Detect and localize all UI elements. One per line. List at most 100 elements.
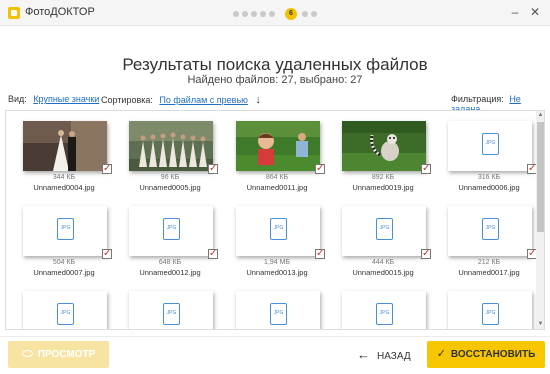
step-dot [302, 11, 308, 17]
file-checkbox[interactable]: ✓ [208, 164, 218, 174]
file-size: 892 КБ [371, 174, 395, 181]
minimize-button[interactable]: – [507, 4, 523, 20]
file-checkbox[interactable]: ✓ [315, 164, 325, 174]
step-dot [242, 11, 248, 17]
restore-label: ВОССТАНОВИТЬ [450, 349, 536, 360]
file-size: 344 КБ [52, 174, 76, 181]
file-thumbnail[interactable] [448, 291, 532, 329]
photo-preview [342, 121, 426, 171]
footer-bar: ПРОСМОТР ← НАЗАД ✓ ВОССТАНОВИТЬ [0, 336, 550, 374]
file-thumbnail[interactable] [236, 291, 320, 329]
file-size: 212 КБ [477, 259, 501, 266]
file-tile[interactable]: ✓ 648 КБ Unnamed0012.jpg [117, 196, 223, 286]
file-name: Unnamed0013.jpg [246, 268, 308, 277]
scroll-up-icon[interactable]: ▲ [536, 111, 544, 120]
file-tile[interactable]: ✓ 344 КБ Unnamed0004.jpg [11, 111, 117, 201]
step-dot [260, 11, 266, 17]
file-thumbnail[interactable] [448, 206, 532, 256]
file-name: Unnamed0011.jpg [246, 183, 308, 192]
back-label: НАЗАД [377, 351, 411, 362]
scroll-down-icon[interactable]: ▼ [536, 320, 544, 329]
file-size: 864 КБ [265, 174, 289, 181]
sort-label: Сортировка: [101, 95, 153, 105]
jpg-file-icon [482, 303, 499, 325]
file-grid: ✓ 344 КБ Unnamed0004.jpg ✓ 96 КБ Unnamed0005.… [6, 111, 537, 329]
close-button[interactable]: ✕ [527, 4, 543, 20]
file-name: Unnamed0007.jpg [33, 268, 95, 277]
scrollbar[interactable]: ▲ ▼ [536, 111, 544, 329]
filter-label: Фильтрация: [451, 94, 504, 104]
photo-preview [23, 121, 107, 171]
file-checkbox[interactable]: ✓ [421, 249, 431, 259]
jpg-file-icon [270, 218, 287, 240]
file-tile[interactable]: ✓212 КБUnnamed0017.jpg [436, 196, 542, 286]
file-thumbnail[interactable] [448, 121, 532, 171]
jpg-file-icon [163, 218, 180, 240]
back-button[interactable]: ← НАЗАД [357, 341, 417, 368]
file-tile[interactable] [330, 281, 436, 329]
view-mode-link[interactable]: Крупные значки [33, 94, 99, 104]
file-tile[interactable]: ✓ 892 КБ Unnamed0019.jpg [330, 111, 436, 201]
file-name: Unnamed0019.jpg [352, 183, 414, 192]
jpg-file-icon [57, 303, 74, 325]
file-tile[interactable]: ✓ 864 КБ Unnamed0011.jpg [224, 111, 330, 201]
sort-mode-link[interactable]: По файлам с превью [159, 95, 247, 105]
app-title: ФотоДОКТОР [25, 6, 95, 18]
file-tile[interactable] [11, 281, 117, 329]
jpg-file-icon [270, 303, 287, 325]
scroll-thumb[interactable] [537, 122, 544, 232]
photo-preview [236, 121, 320, 171]
file-checkbox[interactable]: ✓ [102, 249, 112, 259]
file-thumbnail[interactable] [236, 206, 320, 256]
file-thumbnail[interactable] [23, 291, 107, 329]
file-thumbnail[interactable] [342, 291, 426, 329]
jpg-file-icon [376, 303, 393, 325]
jpg-file-icon [163, 303, 180, 325]
file-thumbnail[interactable] [129, 291, 213, 329]
photo-preview [129, 121, 213, 171]
file-size: 96 КБ [160, 174, 180, 181]
file-size: 1,94 МБ [264, 259, 290, 266]
file-name: Unnamed0017.jpg [458, 268, 520, 277]
restore-button[interactable]: ✓ ВОССТАНОВИТЬ [427, 341, 545, 368]
file-checkbox[interactable]: ✓ [208, 249, 218, 259]
file-thumbnail[interactable] [129, 206, 213, 256]
file-checkbox[interactable]: ✓ [421, 164, 431, 174]
file-name: Unnamed0006.jpg [458, 183, 520, 192]
preview-button[interactable]: ПРОСМОТР [8, 341, 109, 368]
jpg-file-icon [482, 133, 499, 155]
file-thumbnail[interactable] [23, 121, 107, 171]
page-title: Результаты поиска удаленных файлов [122, 55, 428, 74]
file-name: Unnamed0005.jpg [139, 183, 201, 192]
file-tile[interactable] [224, 281, 330, 329]
step-dot [233, 11, 239, 17]
jpg-file-icon [482, 218, 499, 240]
file-thumbnail[interactable] [236, 121, 320, 171]
sort-direction-icon[interactable]: ↓ [255, 94, 261, 106]
file-checkbox[interactable]: ✓ [102, 164, 112, 174]
jpg-file-icon [57, 218, 74, 240]
file-thumbnail[interactable] [129, 121, 213, 171]
file-tile[interactable]: ✓316 КБUnnamed0006.jpg [436, 111, 542, 201]
arrow-left-icon: ← [357, 347, 370, 362]
file-name: Unnamed0012.jpg [139, 268, 201, 277]
file-checkbox[interactable]: ✓ [315, 249, 325, 259]
file-tile[interactable] [117, 281, 223, 329]
file-size: 444 КБ [371, 259, 395, 266]
results-panel: ✓ 344 КБ Unnamed0004.jpg ✓ 96 КБ Unnamed0005.… [5, 110, 545, 330]
file-tile[interactable] [436, 281, 542, 329]
file-name: Unnamed0015.jpg [352, 268, 414, 277]
view-option: Вид: Крупные значки [8, 94, 99, 104]
step-current: 6 [285, 8, 297, 20]
file-tile[interactable]: ✓ 96 КБ Unnamed0005.jpg [117, 111, 223, 201]
file-thumbnail[interactable] [342, 206, 426, 256]
file-thumbnail[interactable] [342, 121, 426, 171]
file-thumbnail[interactable] [23, 206, 107, 256]
file-tile[interactable]: ✓ 504 КБ Unnamed0007.jpg [11, 196, 117, 286]
file-tile[interactable]: ✓ 444 КБ Unnamed0015.jpg [330, 196, 436, 286]
step-dot [251, 11, 257, 17]
file-tile[interactable]: ✓ 1,94 МБ Unnamed0013.jpg [224, 196, 330, 286]
file-size: 316 КБ [477, 174, 501, 181]
app-logo-icon [8, 7, 20, 19]
file-size: 648 КБ [158, 259, 182, 266]
